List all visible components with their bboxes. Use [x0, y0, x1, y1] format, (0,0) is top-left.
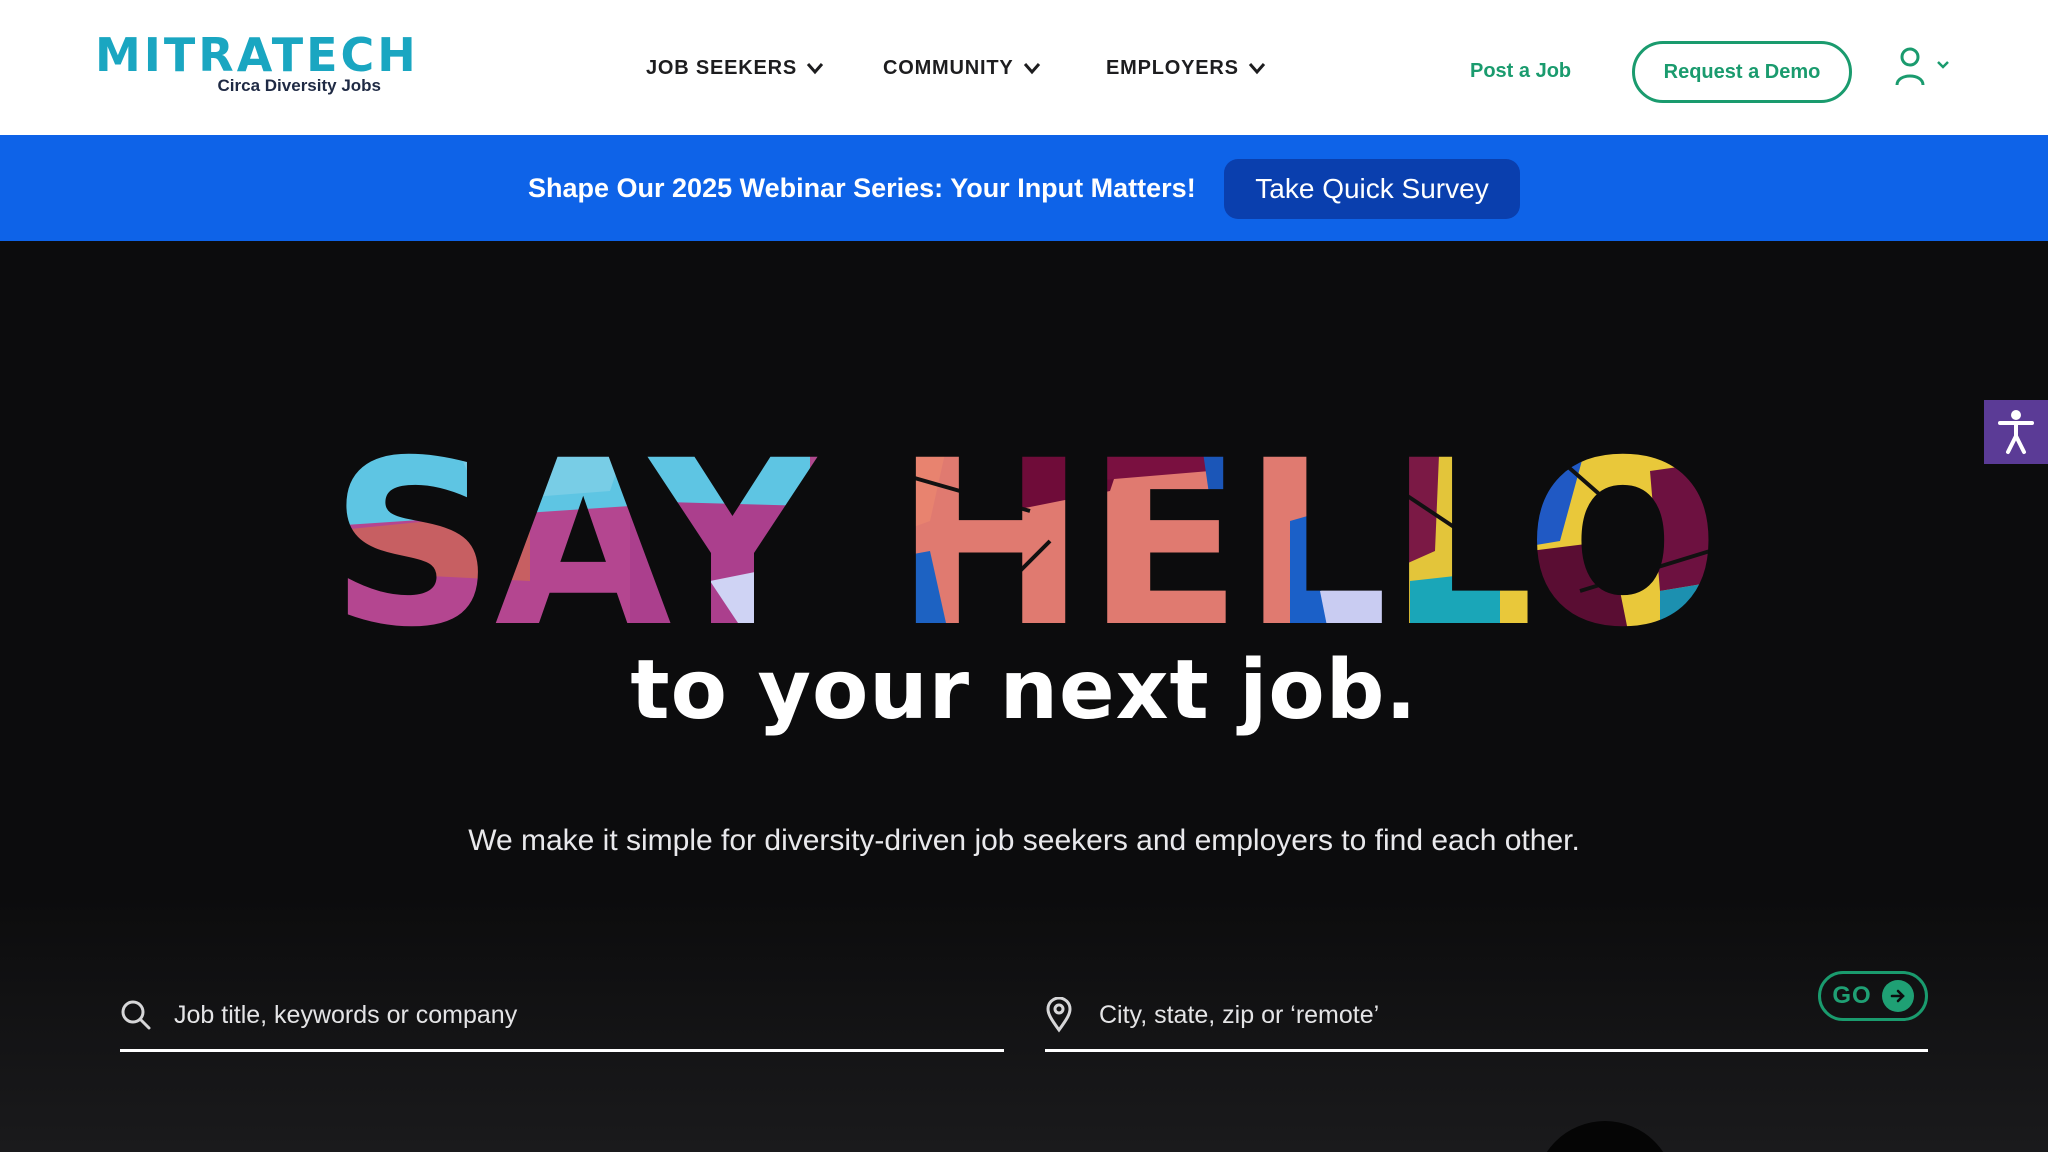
- arrow-right-icon: [1881, 980, 1914, 1012]
- nav-job-seekers-label: JOB SEEKERS: [646, 56, 798, 79]
- say-hello-text: SAY HELLO: [330, 431, 1720, 641]
- nav-community-label: COMMUNITY: [883, 56, 1014, 79]
- nav-community[interactable]: COMMUNITY: [883, 48, 1042, 88]
- say-hello-headline: SAY HELLO: [330, 431, 1720, 641]
- request-demo-button[interactable]: Request a Demo: [1632, 41, 1852, 103]
- hero-background-shape: [1535, 1121, 1675, 1152]
- site-header: MITRATECH Circa Diversity Jobs JOB SEEKE…: [0, 0, 2048, 135]
- chevron-down-icon: [1248, 63, 1265, 75]
- chevron-down-icon: [1937, 61, 1949, 69]
- logo-wordmark: MITRATECH: [95, 28, 419, 82]
- chevron-down-icon: [1023, 63, 1040, 75]
- take-survey-button[interactable]: Take Quick Survey: [1224, 159, 1520, 219]
- user-icon: [1895, 47, 1925, 86]
- keyword-search-input[interactable]: [172, 991, 876, 1039]
- hero-subtitle: We make it simple for diversity-driven j…: [468, 824, 1580, 857]
- go-search-button[interactable]: GO: [1818, 971, 1928, 1021]
- location-pin-icon: [1046, 997, 1072, 1033]
- hero-tagline: to your next job.: [630, 643, 1418, 738]
- post-job-link[interactable]: Post a Job: [1470, 50, 1571, 92]
- location-search-input[interactable]: [1097, 991, 1801, 1039]
- user-menu-button[interactable]: [1895, 45, 1955, 90]
- logo-subline: Circa Diversity Jobs: [217, 76, 381, 95]
- keyword-search-field: [120, 981, 1004, 1052]
- chevron-down-icon: [806, 63, 824, 75]
- search-icon: [121, 1000, 151, 1030]
- mitratech-logo[interactable]: MITRATECH Circa Diversity Jobs: [95, 30, 416, 100]
- go-label: GO: [1832, 982, 1872, 1009]
- hero-section: SAY HELLO to your next job. We make it s…: [0, 241, 2048, 1152]
- accessibility-icon: [1998, 410, 2034, 454]
- nav-employers-label: EMPLOYERS: [1106, 56, 1239, 79]
- nav-job-seekers[interactable]: JOB SEEKERS: [646, 48, 825, 88]
- location-search-field: [1045, 981, 1928, 1052]
- accessibility-button[interactable]: [1984, 400, 2048, 464]
- nav-employers[interactable]: EMPLOYERS: [1106, 48, 1267, 88]
- banner-text: Shape Our 2025 Webinar Series: Your Inpu…: [528, 173, 1196, 203]
- announcement-banner: Shape Our 2025 Webinar Series: Your Inpu…: [0, 135, 2048, 241]
